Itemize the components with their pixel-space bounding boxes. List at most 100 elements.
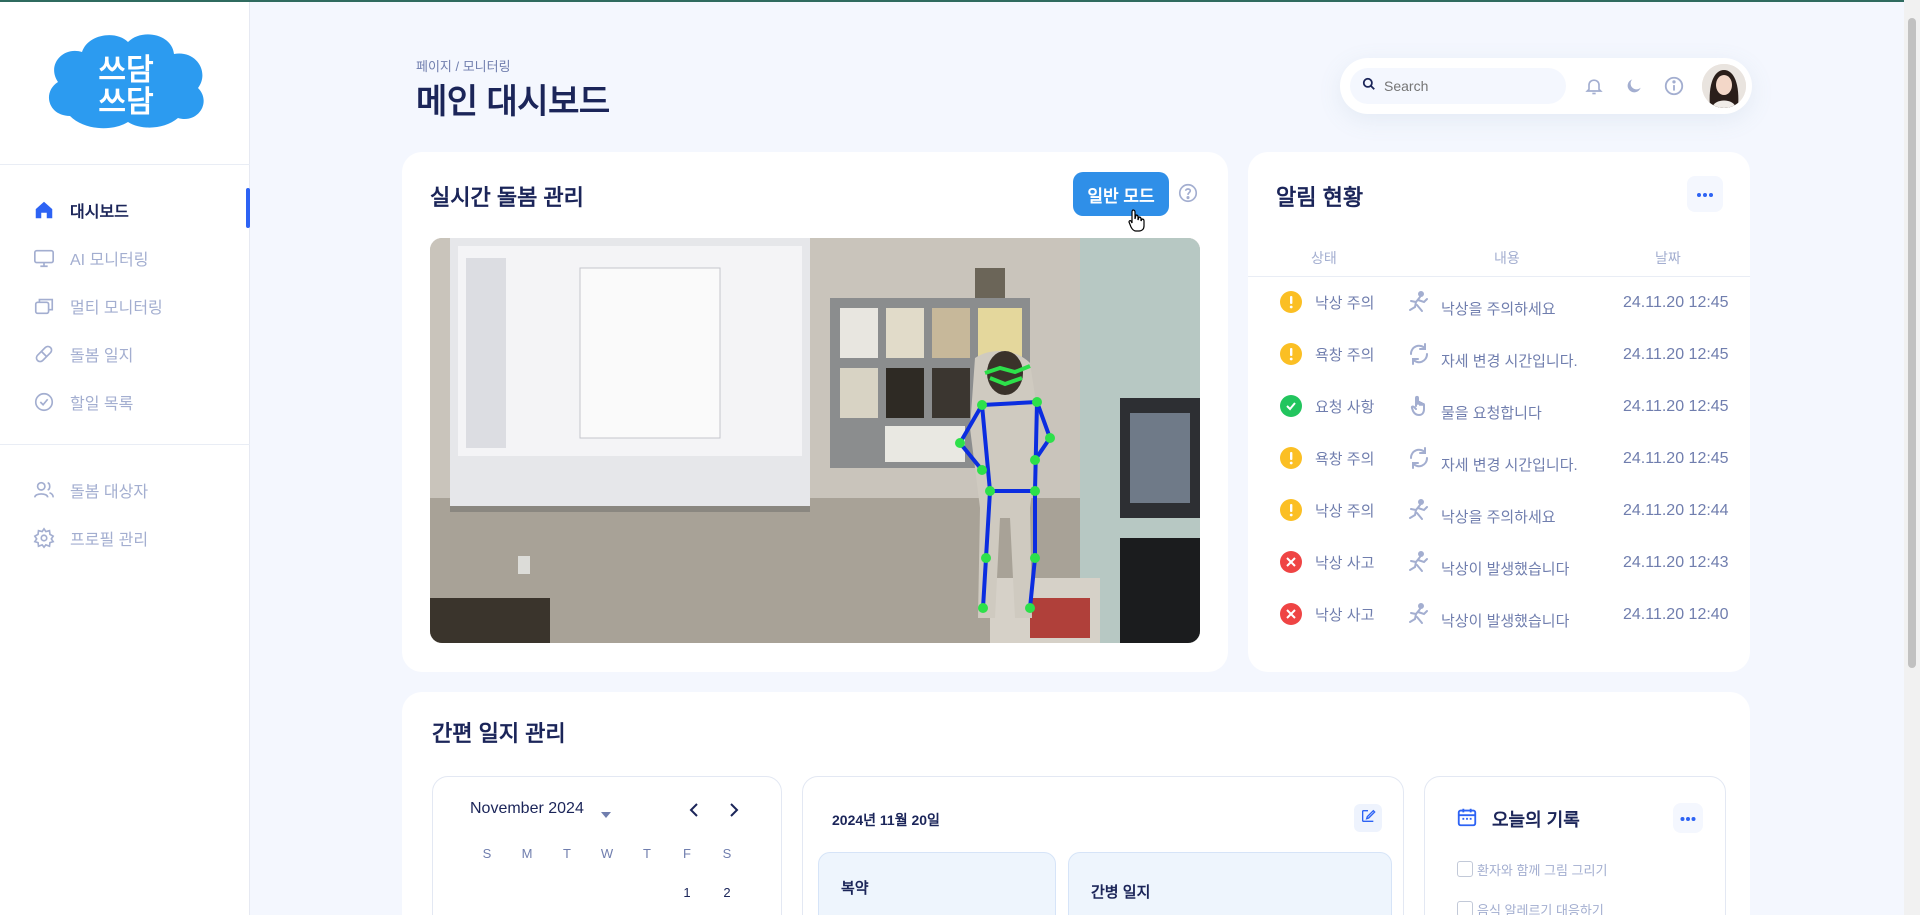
help-icon[interactable] [1177, 182, 1199, 204]
alert-row[interactable]: 요청 사항 물을 요청합니다 24.11.20 12:45 [1280, 386, 1740, 426]
bell-icon[interactable] [1582, 74, 1606, 98]
alert-content: 물을 요청합니다 [1441, 405, 1542, 422]
more-horizontal-icon [1696, 185, 1714, 203]
realtime-care-title: 실시간 돌봄 관리 [430, 185, 584, 210]
chevron-right-icon[interactable] [724, 800, 744, 820]
todo-item[interactable]: 음식 알레르기 대응하기 [1457, 900, 1604, 915]
alerts-more-button[interactable] [1687, 176, 1723, 212]
breadcrumb[interactable]: 페이지 / 모니터링 [416, 56, 511, 75]
alert-status: 낙상 주의 [1315, 503, 1375, 520]
alert-date: 24.11.20 12:45 [1623, 398, 1729, 415]
sidebar-item-label: AI 모니터링 [70, 252, 149, 269]
calendar-weekday: T [643, 846, 651, 861]
journal-title: 간편 일지 관리 [432, 721, 566, 746]
sidebar-item-label: 할일 목록 [70, 396, 134, 413]
mouse-cursor-icon [1128, 209, 1145, 232]
svg-text:쓰담: 쓰담 [98, 85, 154, 120]
today-record-card [1424, 776, 1726, 915]
column-header-date[interactable]: 날짜 [1655, 248, 1681, 268]
edit-icon [1360, 808, 1376, 829]
sidebar-item-care-journal[interactable]: 돌봄 일지 [32, 340, 133, 368]
alert-date: 24.11.20 12:40 [1623, 606, 1729, 623]
page-scrollbar[interactable] [1904, 0, 1920, 915]
today-more-button[interactable] [1673, 803, 1703, 833]
alert-row[interactable]: 낙상 주의 낙상을 주의하세요 24.11.20 12:44 [1280, 490, 1740, 530]
home-icon [32, 198, 56, 222]
alert-row[interactable]: 낙상 사고 낙상이 발생했습니다 24.11.20 12:43 [1280, 542, 1740, 582]
alert-row[interactable]: 낙상 사고 낙상이 발생했습니다 24.11.20 12:40 [1280, 594, 1740, 634]
care-log-label: 간병 일지 [1091, 884, 1151, 901]
alert-row[interactable]: 낙상 주의 낙상을 주의하세요 24.11.20 12:45 [1280, 282, 1740, 322]
rotate-icon [1407, 446, 1431, 470]
alert-status: 낙상 사고 [1315, 555, 1375, 572]
edit-button[interactable] [1354, 804, 1382, 832]
rotate-icon [1407, 342, 1431, 366]
chevron-left-icon[interactable] [684, 800, 704, 820]
alert-content: 낙상을 주의하세요 [1441, 509, 1556, 526]
fall-icon [1407, 602, 1431, 626]
column-header-content[interactable]: 내용 [1494, 248, 1520, 268]
sidebar-item-care-recipients[interactable]: 돌봄 대상자 [32, 476, 148, 504]
scrollbar-thumb[interactable] [1908, 18, 1916, 668]
column-header-status[interactable]: 상태 [1311, 248, 1337, 268]
sidebar-divider [0, 444, 250, 445]
alert-row[interactable]: 욕창 주의 자세 변경 시간입니다. 24.11.20 12:45 [1280, 334, 1740, 374]
sidebar-item-multi-monitoring[interactable]: 멀티 모니터링 [32, 292, 163, 320]
calendar-day[interactable]: 2 [707, 885, 747, 900]
calendar-day[interactable]: 1 [667, 885, 707, 900]
warning-icon [1280, 447, 1302, 469]
alert-content: 낙상이 발생했습니다 [1441, 561, 1570, 578]
sidebar-item-label: 돌봄 일지 [70, 348, 134, 365]
alert-content: 자세 변경 시간입니다. [1441, 353, 1578, 370]
calendar-weekday: W [600, 846, 614, 861]
more-horizontal-icon [1680, 809, 1696, 827]
warning-icon [1280, 343, 1302, 365]
camera-feed-image [430, 238, 1200, 643]
fall-icon [1407, 550, 1431, 574]
logo[interactable]: 쓰담 쓰담 [40, 28, 212, 132]
alert-date: 24.11.20 12:44 [1623, 502, 1729, 519]
chevron-down-icon[interactable] [600, 806, 612, 818]
search-input[interactable] [1384, 78, 1544, 94]
gear-icon [32, 526, 56, 550]
camera-feed[interactable] [430, 238, 1200, 643]
info-icon[interactable] [1662, 74, 1686, 98]
fall-icon [1407, 290, 1431, 314]
care-log-panel[interactable]: 간병 일지 [1068, 852, 1392, 915]
pill-icon [32, 342, 56, 366]
medication-panel[interactable]: 복약 [818, 852, 1056, 915]
check-circle-icon [32, 390, 56, 414]
sidebar-item-ai-monitoring[interactable]: AI 모니터링 [32, 244, 148, 272]
sidebar-divider [0, 164, 250, 165]
alert-content: 낙상이 발생했습니다 [1441, 613, 1570, 630]
hand-icon [1407, 394, 1431, 418]
avatar[interactable] [1702, 64, 1746, 108]
todo-item[interactable]: 환자와 함께 그림 그리기 [1457, 860, 1607, 878]
sidebar-item-dashboard[interactable]: 대시보드 [32, 196, 129, 224]
sidebar-item-label: 멀티 모니터링 [70, 300, 163, 317]
sidebar-item-profile[interactable]: 프로필 관리 [32, 524, 148, 552]
multi-window-icon [32, 294, 56, 318]
header-toolbar [1340, 58, 1752, 114]
alert-status: 낙상 사고 [1315, 607, 1375, 624]
todo-checkbox[interactable] [1457, 861, 1473, 877]
search-icon [1362, 77, 1376, 96]
calendar-weekday: M [521, 846, 533, 861]
alert-status: 욕창 주의 [1315, 347, 1375, 364]
todo-checkbox[interactable] [1457, 901, 1473, 915]
alert-date: 24.11.20 12:43 [1623, 554, 1729, 571]
alert-date: 24.11.20 12:45 [1623, 346, 1729, 363]
search-box[interactable] [1350, 68, 1566, 104]
dark-mode-icon[interactable] [1622, 74, 1646, 98]
alert-date: 24.11.20 12:45 [1623, 294, 1729, 311]
calendar-month[interactable]: November 2024 [470, 800, 584, 818]
alert-row[interactable]: 욕창 주의 자세 변경 시간입니다. 24.11.20 12:45 [1280, 438, 1740, 478]
todo-label: 환자와 함께 그림 그리기 [1477, 862, 1608, 878]
calendar-weekday: S [722, 846, 732, 861]
sidebar-item-todo[interactable]: 할일 목록 [32, 388, 133, 416]
mode-toggle-button[interactable]: 일반 모드 [1073, 172, 1169, 216]
users-icon [32, 478, 56, 502]
sidebar-active-indicator [246, 188, 250, 228]
calendar-weekday: T [563, 846, 571, 861]
alert-status: 낙상 주의 [1315, 295, 1375, 312]
